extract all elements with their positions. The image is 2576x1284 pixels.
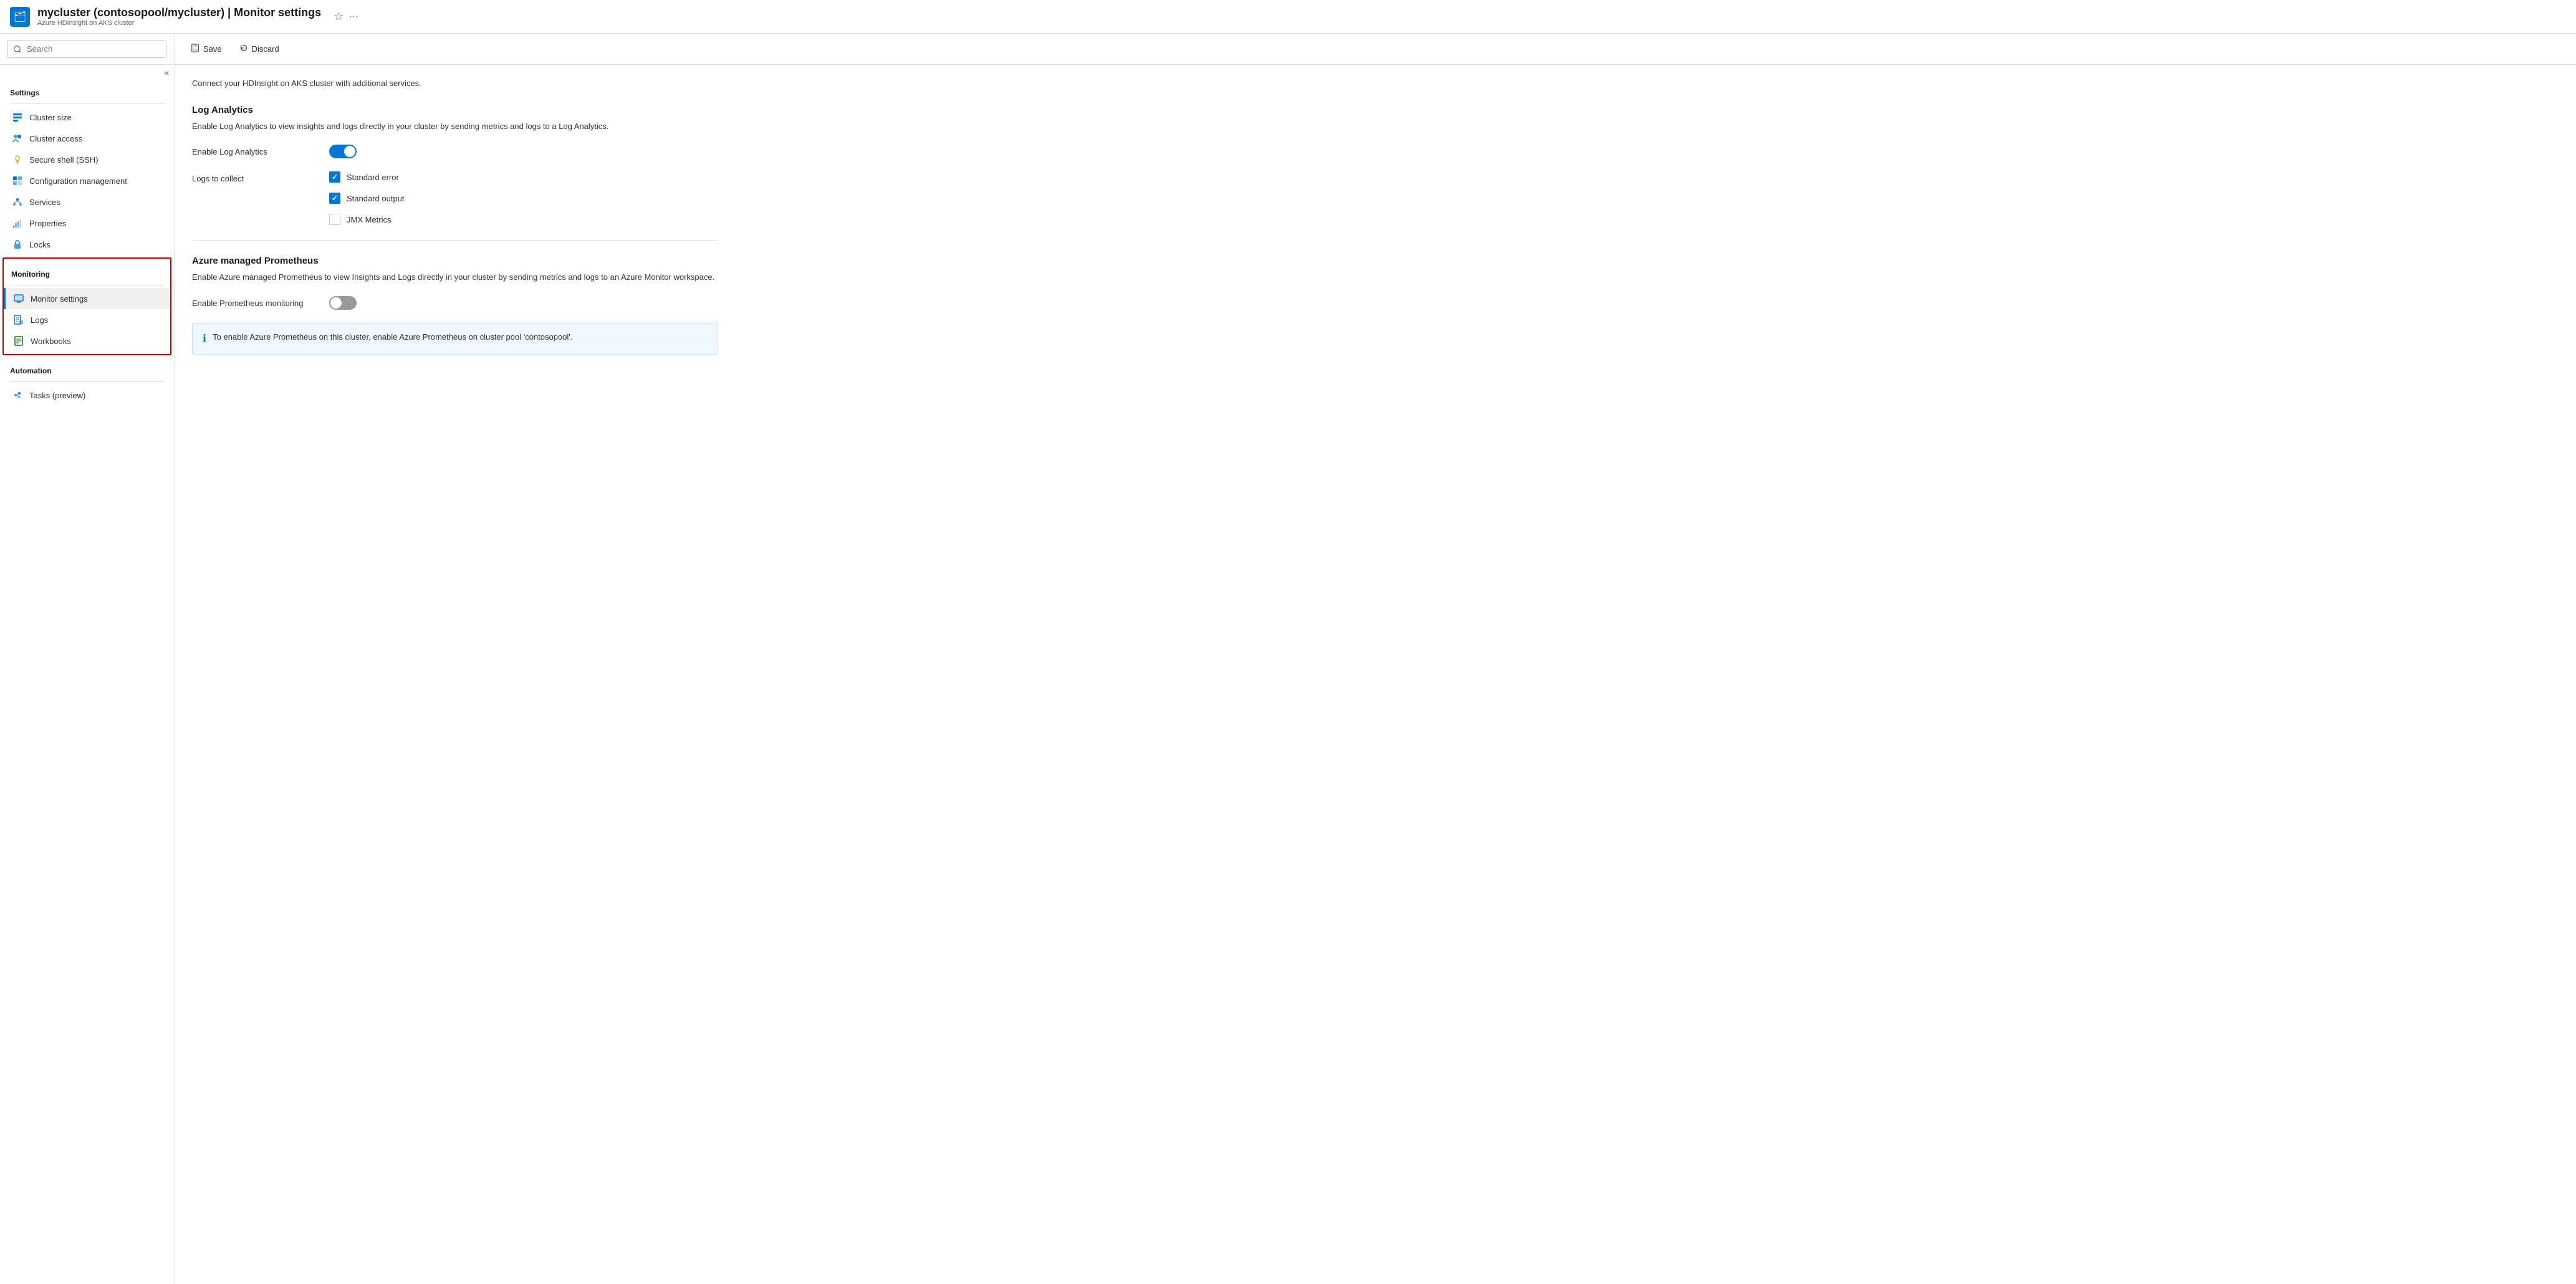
logs-to-collect-label: Logs to collect (192, 171, 329, 183)
logs-icon (13, 314, 24, 325)
app-body: « Settings Cluster size Cluster access (0, 34, 2576, 1284)
tasks-preview-label: Tasks (preview) (29, 391, 85, 400)
standard-error-label: Standard error (347, 173, 399, 182)
sidebar: « Settings Cluster size Cluster access (0, 34, 175, 1284)
ssh-icon (12, 154, 23, 165)
main-description: Connect your HDInsight on AKS cluster wi… (192, 77, 718, 90)
discard-button[interactable]: Discard (236, 41, 283, 57)
enable-log-analytics-row: Enable Log Analytics (192, 145, 718, 159)
standard-output-label: Standard output (347, 194, 405, 203)
sidebar-item-properties[interactable]: Properties (0, 213, 174, 234)
standard-error-checkbox[interactable] (329, 171, 340, 183)
search-input[interactable] (7, 40, 166, 58)
enable-log-analytics-label: Enable Log Analytics (192, 145, 329, 156)
sidebar-scroll: « Settings Cluster size Cluster access (0, 65, 174, 1284)
monitor-settings-icon (13, 293, 24, 304)
toggle-thumb (344, 146, 355, 157)
log-analytics-toggle[interactable] (329, 145, 357, 158)
info-icon: ℹ (203, 332, 206, 347)
collapse-button[interactable]: « (164, 67, 169, 77)
sidebar-item-locks[interactable]: Locks (0, 234, 174, 255)
settings-section-label: Settings (0, 80, 174, 101)
properties-icon (12, 218, 23, 229)
jmx-metrics-item[interactable]: JMX Metrics (329, 214, 718, 225)
settings-divider (10, 103, 164, 104)
monitor-settings-label: Monitor settings (31, 294, 88, 304)
sidebar-search-area (0, 34, 174, 65)
logs-to-collect-control: Standard error Standard output JMX Metri… (329, 171, 718, 225)
cluster-size-icon (12, 112, 23, 123)
locks-label: Locks (29, 240, 50, 249)
monitoring-section-label: Monitoring (4, 261, 170, 282)
enable-prometheus-control (329, 296, 718, 310)
automation-divider (10, 381, 164, 382)
properties-label: Properties (29, 219, 66, 228)
toggle-track (329, 145, 357, 158)
sidebar-item-logs[interactable]: Logs (4, 309, 170, 330)
sidebar-item-tasks-preview[interactable]: Tasks (preview) (0, 385, 174, 406)
monitoring-section: Monitoring Monitor settings Logs (2, 257, 171, 355)
app-icon: 🗂 (10, 7, 30, 27)
log-analytics-section: Log Analytics Enable Log Analytics to vi… (192, 105, 718, 226)
services-label: Services (29, 198, 60, 207)
log-analytics-description: Enable Log Analytics to view insights an… (192, 120, 718, 133)
cluster-size-label: Cluster size (29, 113, 72, 122)
jmx-metrics-label: JMX Metrics (347, 215, 392, 224)
checkbox-group: Standard error Standard output JMX Metri… (329, 171, 718, 225)
sidebar-item-config-mgmt[interactable]: Configuration management (0, 170, 174, 191)
standard-error-item[interactable]: Standard error (329, 171, 718, 183)
sidebar-item-cluster-size[interactable]: Cluster size (0, 107, 174, 128)
toolbar: Save Discard (175, 34, 2576, 65)
sidebar-item-services[interactable]: Services (0, 191, 174, 213)
sidebar-item-cluster-access[interactable]: Cluster access (0, 128, 174, 149)
page-title: mycluster (contosopool/mycluster) | Moni… (37, 6, 321, 19)
section-divider (192, 240, 718, 241)
discard-icon (239, 44, 248, 54)
save-label: Save (203, 44, 222, 54)
sidebar-item-monitor-settings[interactable]: Monitor settings (4, 288, 170, 309)
page-header: 🗂 mycluster (contosopool/mycluster) | Mo… (0, 0, 2576, 34)
info-banner-text: To enable Azure Prometheus on this clust… (213, 331, 572, 343)
enable-prometheus-row: Enable Prometheus monitoring (192, 296, 718, 310)
page-subtitle: Azure HDInsight on AKS cluster (37, 19, 321, 27)
more-options-icon[interactable]: ··· (348, 11, 358, 22)
jmx-metrics-checkbox[interactable] (329, 214, 340, 225)
config-mgmt-icon (12, 175, 23, 186)
header-actions: ☆ ··· (334, 10, 358, 23)
ssh-label: Secure shell (SSH) (29, 155, 99, 165)
workbooks-label: Workbooks (31, 337, 71, 346)
enable-prometheus-label: Enable Prometheus monitoring (192, 296, 329, 308)
enable-log-analytics-control (329, 145, 718, 159)
workbooks-icon (13, 335, 24, 347)
sidebar-item-workbooks[interactable]: Workbooks (4, 330, 170, 352)
standard-output-item[interactable]: Standard output (329, 193, 718, 204)
favorite-icon[interactable]: ☆ (334, 10, 344, 23)
save-button[interactable]: Save (187, 41, 226, 57)
discard-label: Discard (252, 44, 279, 54)
prometheus-toggle-thumb (330, 297, 342, 309)
save-icon (191, 44, 199, 54)
prometheus-section: Azure managed Prometheus Enable Azure ma… (192, 256, 718, 355)
prometheus-title: Azure managed Prometheus (192, 256, 718, 266)
logs-to-collect-row: Logs to collect Standard error Standard … (192, 171, 718, 225)
cluster-access-label: Cluster access (29, 134, 82, 143)
locks-icon (12, 239, 23, 250)
log-analytics-title: Log Analytics (192, 105, 718, 115)
info-banner: ℹ To enable Azure Prometheus on this clu… (192, 323, 718, 355)
logs-label: Logs (31, 315, 48, 325)
automation-section-label: Automation (0, 358, 174, 379)
config-mgmt-label: Configuration management (29, 176, 127, 186)
content-area: Connect your HDInsight on AKS cluster wi… (175, 65, 736, 367)
header-title-block: mycluster (contosopool/mycluster) | Moni… (37, 6, 321, 27)
standard-output-checkbox[interactable] (329, 193, 340, 204)
cluster-access-icon (12, 133, 23, 144)
sidebar-item-ssh[interactable]: Secure shell (SSH) (0, 149, 174, 170)
prometheus-toggle[interactable] (329, 296, 357, 310)
services-icon (12, 196, 23, 208)
prometheus-description: Enable Azure managed Prometheus to view … (192, 271, 718, 284)
prometheus-toggle-track (329, 296, 357, 310)
tasks-preview-icon (12, 390, 23, 401)
main-content: Save Discard Connect your HDInsight on A… (175, 34, 2576, 1284)
